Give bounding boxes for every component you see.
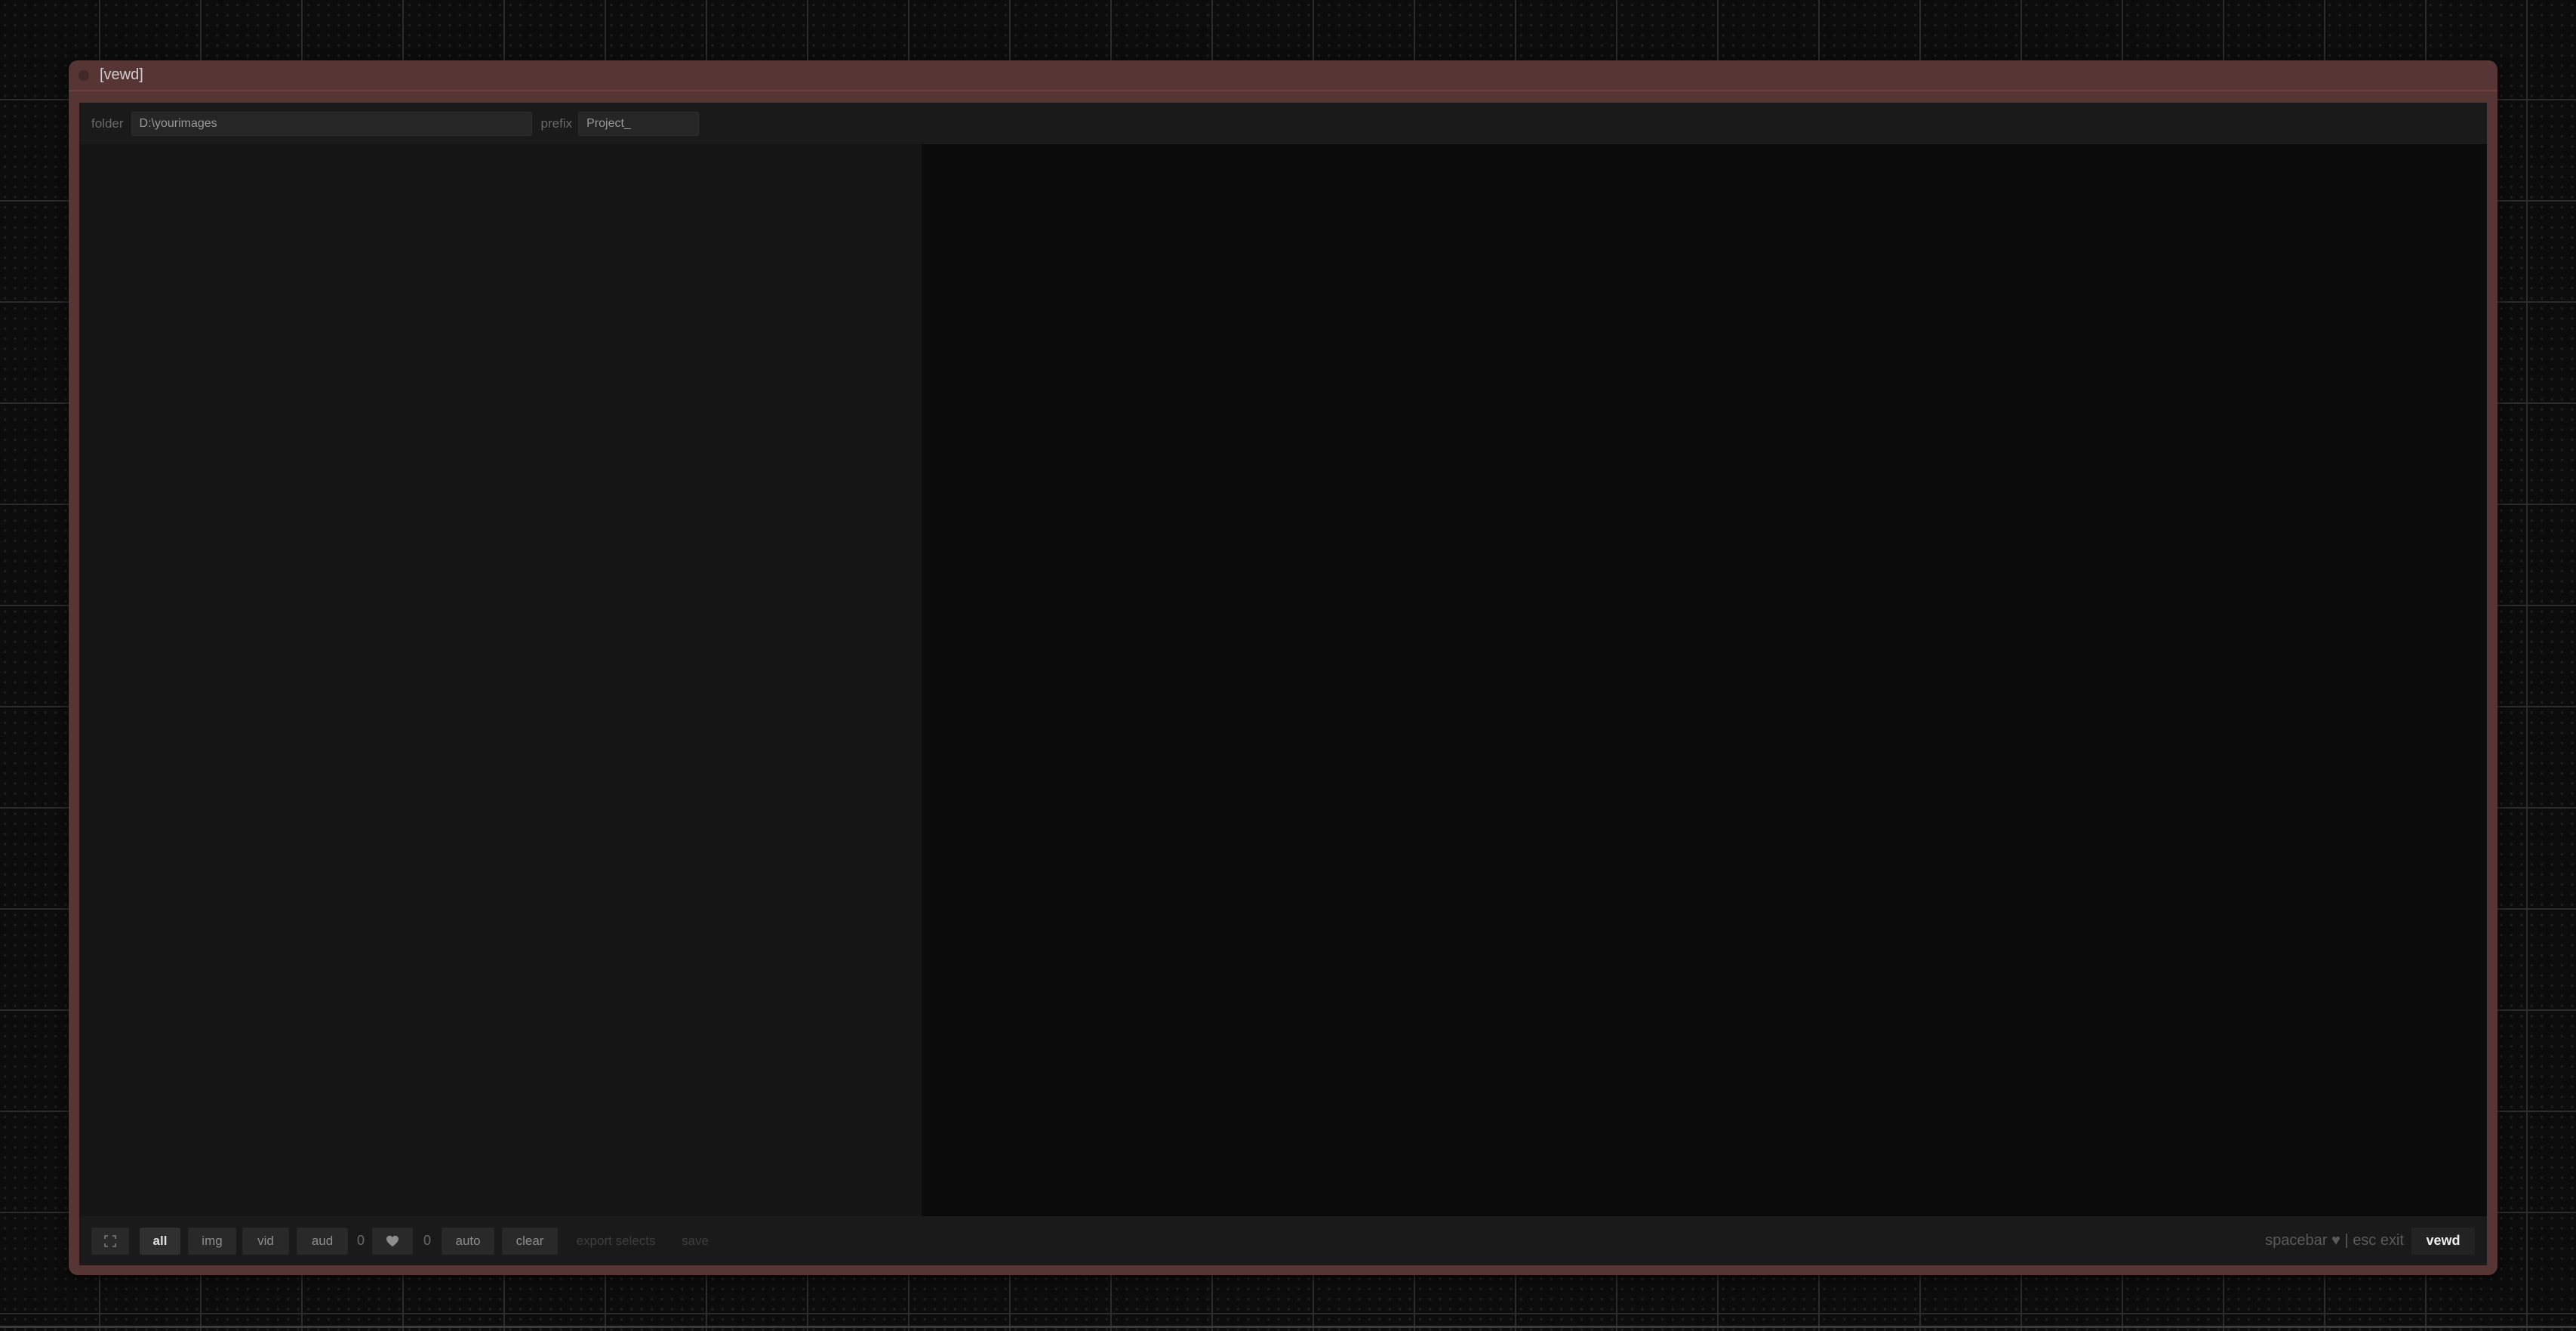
clear-button[interactable]: clear xyxy=(502,1227,559,1255)
selected-count: 0 xyxy=(357,1233,365,1248)
fullscreen-button[interactable] xyxy=(91,1227,129,1255)
keyboard-hint: spacebar ♥ | esc exit xyxy=(2265,1232,2404,1249)
filter-img-button[interactable]: img xyxy=(188,1227,236,1255)
folder-input[interactable] xyxy=(131,111,532,136)
media-list-panel[interactable] xyxy=(79,144,922,1216)
save-button[interactable]: save xyxy=(671,1228,719,1255)
node-title: [vewd] xyxy=(100,66,143,83)
folder-label: folder xyxy=(91,116,124,131)
vewd-node[interactable]: [vewd] folder prefix all img vid aud 0 xyxy=(69,60,2498,1275)
favorites-button[interactable] xyxy=(372,1227,414,1255)
top-toolbar: folder prefix xyxy=(79,103,2487,144)
auto-button[interactable]: auto xyxy=(442,1227,495,1255)
filter-all-button[interactable]: all xyxy=(140,1227,180,1255)
heart-icon xyxy=(386,1235,399,1246)
bottom-toolbar: all img vid aud 0 0 auto clear export se… xyxy=(79,1216,2487,1265)
filter-aud-button[interactable]: aud xyxy=(297,1227,348,1255)
filter-vid-button[interactable]: vid xyxy=(242,1227,289,1255)
vewd-panel: folder prefix all img vid aud 0 0 xyxy=(79,103,2487,1265)
vewd-button[interactable]: vewd xyxy=(2411,1227,2475,1255)
canvas-edge-line xyxy=(0,1326,2576,1328)
node-title-bar[interactable]: [vewd] xyxy=(69,60,2498,91)
favorite-count: 0 xyxy=(423,1233,432,1248)
prefix-input[interactable] xyxy=(578,111,700,136)
export-selects-button[interactable]: export selects xyxy=(567,1228,665,1255)
collapse-dot-icon[interactable] xyxy=(78,69,89,81)
preview-panel[interactable] xyxy=(922,144,2487,1216)
expand-icon xyxy=(104,1234,116,1247)
prefix-label: prefix xyxy=(540,116,573,131)
